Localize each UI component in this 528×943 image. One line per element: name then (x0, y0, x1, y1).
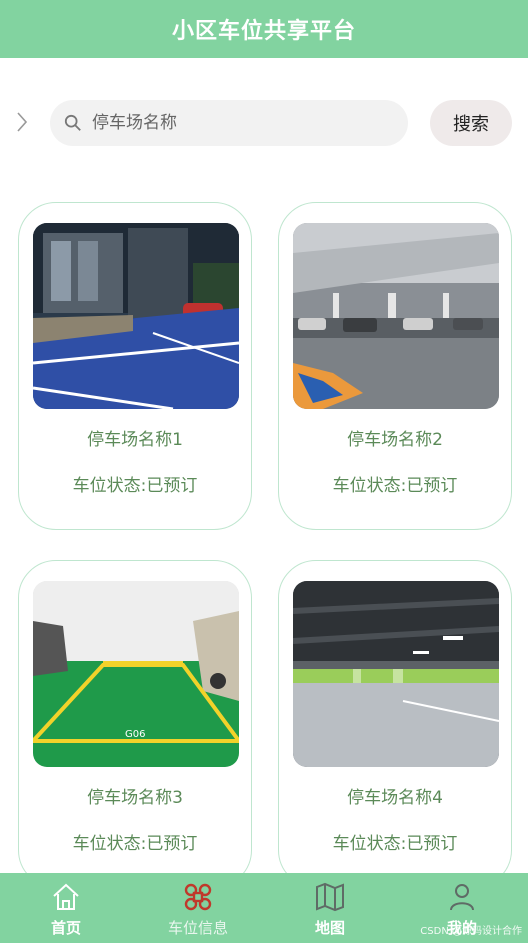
parking-status: 车位状态:已预订 (72, 834, 198, 854)
tab-home-label: 首页 (50, 919, 81, 937)
parking-card[interactable]: 停车场名称1 车位状态:已预订 (18, 202, 252, 530)
parking-card[interactable]: G06 停车场名称3 车位状态:已预订 (18, 560, 252, 888)
search-input[interactable] (90, 112, 374, 134)
tab-home[interactable]: 首页 (0, 873, 132, 943)
parking-card[interactable]: 停车场名称4 车位状态:已预订 (278, 560, 512, 888)
search-button[interactable]: 搜索 (430, 100, 512, 146)
parking-status: 车位状态:已预订 (72, 476, 198, 496)
tab-parking-info[interactable]: 车位信息 (132, 873, 264, 943)
search-bar: 搜索 (0, 98, 528, 148)
tab-map[interactable]: 地图 (264, 873, 396, 943)
tab-parking-info-label: 车位信息 (167, 919, 228, 937)
parking-photo: G06 (33, 581, 239, 767)
search-icon (64, 114, 81, 131)
chevron-left-icon[interactable] (14, 110, 30, 134)
watermark: CSDN @源码设计合作 (420, 926, 522, 937)
parking-name: 停车场名称1 (87, 430, 183, 450)
parking-name: 停车场名称2 (347, 430, 443, 450)
search-box (50, 100, 408, 146)
svg-text:G06: G06 (125, 729, 145, 740)
parking-name: 停车场名称3 (87, 788, 183, 808)
parking-status: 车位状态:已预订 (332, 476, 458, 496)
parking-photo (33, 223, 239, 409)
map-icon (316, 882, 344, 912)
parking-photo (293, 581, 499, 767)
command-icon (184, 883, 212, 911)
parking-photo (293, 223, 499, 409)
page-title: 小区车位共享平台 (171, 19, 356, 44)
user-icon (450, 884, 474, 911)
tab-map-label: 地图 (314, 919, 345, 937)
app-header: 小区车位共享平台 (0, 0, 528, 58)
parking-status: 车位状态:已预订 (332, 834, 458, 854)
parking-card[interactable]: 停车场名称2 车位状态:已预订 (278, 202, 512, 530)
parking-name: 停车场名称4 (347, 788, 443, 808)
home-icon (53, 883, 79, 910)
